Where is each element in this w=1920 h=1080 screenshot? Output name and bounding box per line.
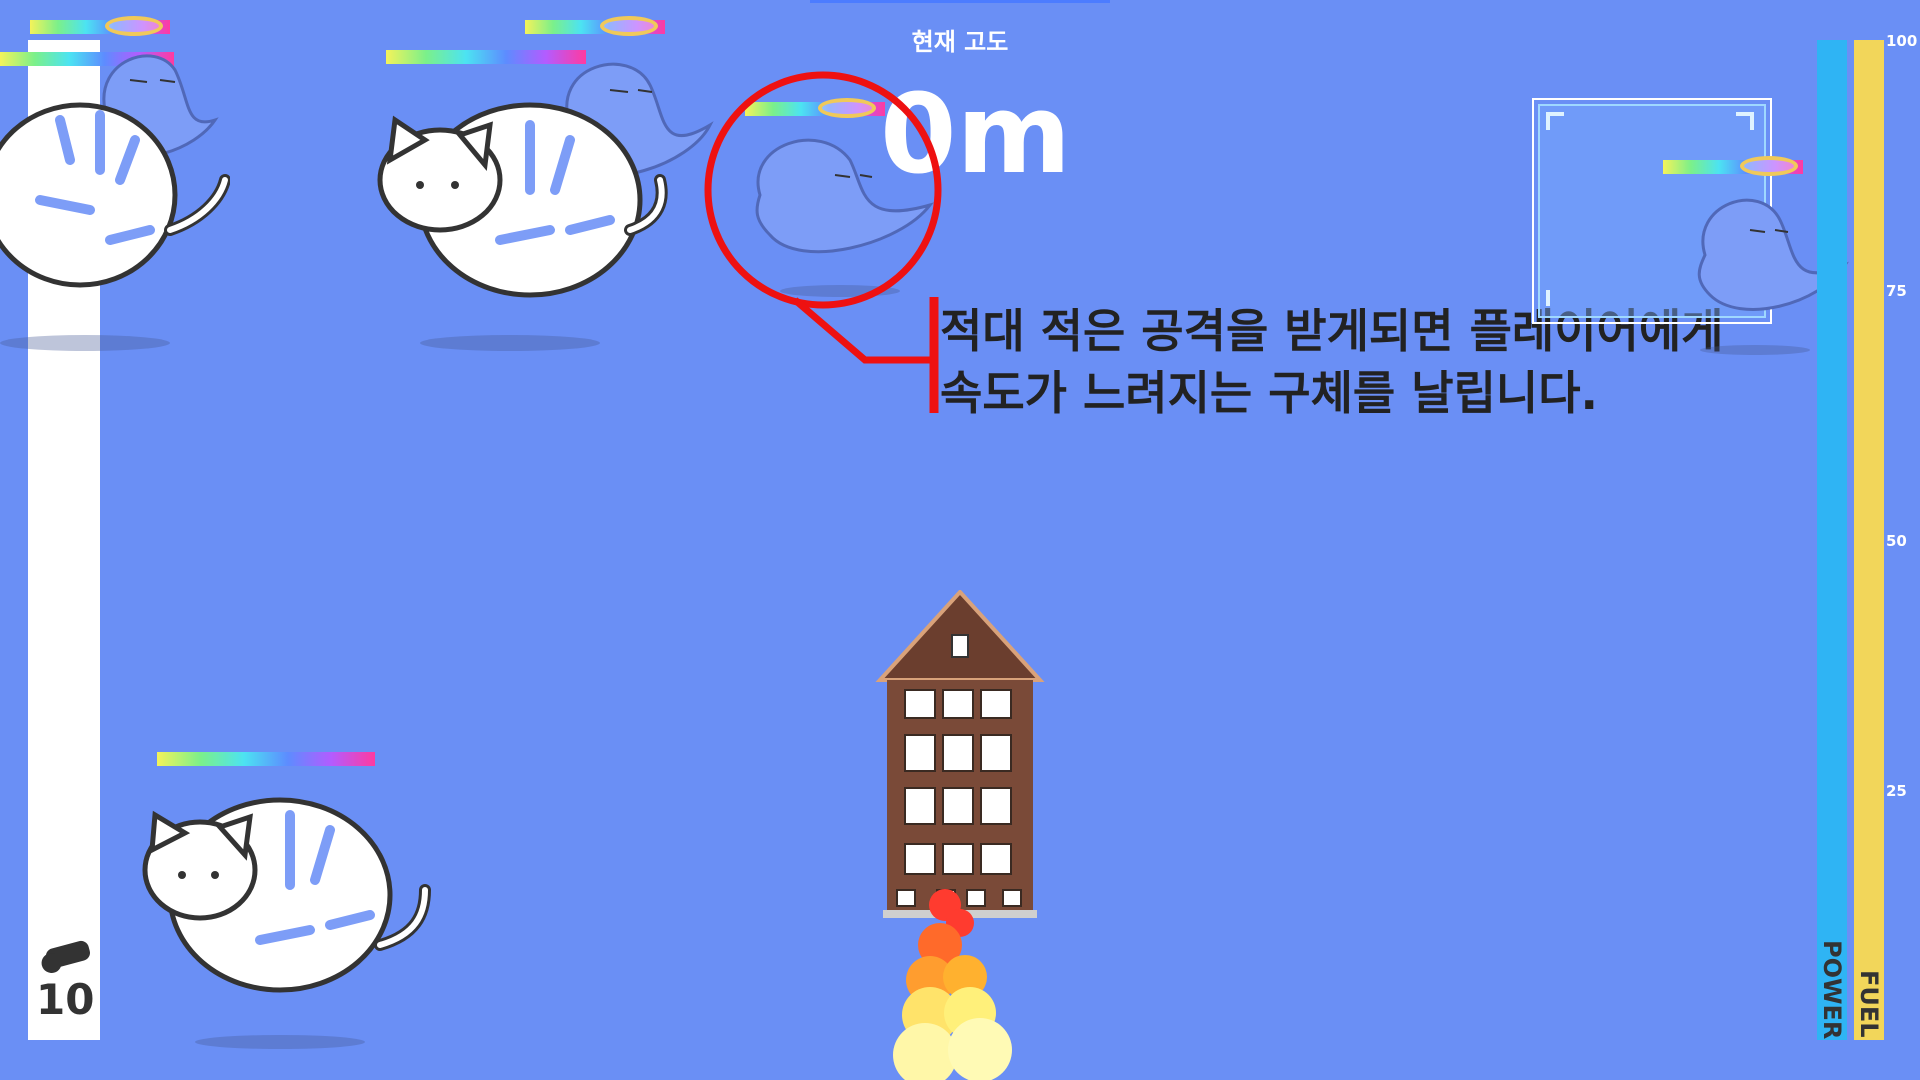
halo-icon [600, 16, 658, 36]
scale-tick-25: 25 [1886, 782, 1907, 800]
tutorial-line-2: 속도가 느려지는 구체를 날립니다. [940, 366, 1598, 420]
cat-enemy-icon [377, 102, 668, 298]
cat-enemy-icon [142, 797, 431, 993]
enemy-health-bar [157, 752, 375, 766]
ammo-count: 10 [36, 975, 95, 1024]
fuel-label: FUEL [1855, 970, 1883, 1038]
halo-icon [1740, 156, 1798, 176]
cat-enemy-icon [0, 102, 230, 288]
enemy-shadow [420, 335, 600, 351]
rocket-flame-effect [893, 889, 1012, 1080]
scale-tick-75: 75 [1886, 282, 1907, 300]
altitude-label: 현재 고도 [911, 28, 1009, 56]
power-label: POWER [1818, 940, 1846, 1040]
cannon-icon [41, 940, 90, 974]
player-house-rocket [875, 590, 1045, 918]
halo-icon [105, 16, 163, 36]
scale-tick-100: 100 [1886, 32, 1918, 50]
top-progress-strip [810, 0, 1110, 3]
callout-highlight [704, 71, 942, 413]
fuel-gauge [1854, 40, 1884, 1040]
enemy-shadow [1700, 345, 1810, 355]
scale-tick-50: 50 [1886, 532, 1907, 550]
enemy-shadow [0, 335, 170, 351]
power-gauge [1817, 40, 1847, 1040]
enemy-shadow [195, 1035, 365, 1049]
